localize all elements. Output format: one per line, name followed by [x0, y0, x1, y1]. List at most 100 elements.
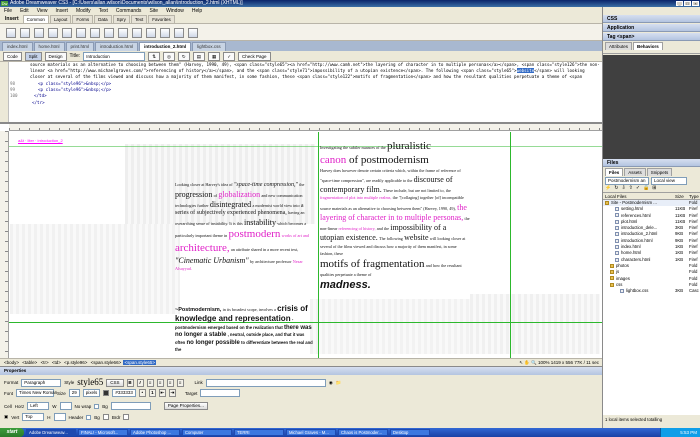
- menu-edit[interactable]: Edit: [20, 7, 29, 15]
- design-view[interactable]: a&t · liter · introduction_2 Investigati…: [0, 124, 602, 358]
- doc-tab-introduction-2[interactable]: introduction_2.html: [139, 42, 192, 51]
- ordered-list-icon[interactable]: 1: [148, 389, 156, 397]
- size-unit-select[interactable]: pixels: [82, 389, 101, 397]
- tag-crumb-selected[interactable]: <span.style65>: [123, 360, 156, 365]
- tag-inspector-header[interactable]: Tag <span>: [603, 33, 700, 41]
- unordered-list-icon[interactable]: •: [138, 389, 146, 397]
- doc-tab-lightbox-css[interactable]: lightbox.css: [192, 42, 226, 51]
- vert-select[interactable]: Top: [22, 413, 45, 421]
- insert-tab-layout[interactable]: Layout: [49, 15, 72, 23]
- menu-commands[interactable]: Commands: [116, 7, 142, 15]
- tag-crumb[interactable]: <tr>: [40, 360, 50, 365]
- taskbar-item[interactable]: Desktop: [390, 429, 430, 436]
- insert-tab-spry[interactable]: Spry: [112, 15, 130, 23]
- templates-icon[interactable]: [174, 28, 184, 38]
- zoom-tool-icon[interactable]: 🔍: [531, 360, 537, 365]
- tag-crumb[interactable]: <table>: [21, 360, 38, 365]
- taskbar-item[interactable]: Computer: [182, 429, 232, 436]
- point-to-file-icon[interactable]: ◉: [329, 380, 333, 386]
- select-tool-icon[interactable]: ↖: [519, 360, 523, 365]
- indent-icon[interactable]: ⇥: [168, 389, 176, 397]
- validate-icon[interactable]: ✓: [223, 51, 236, 61]
- comment-icon[interactable]: [132, 28, 142, 38]
- file-row[interactable]: lightbox.css 3KB Casc: [603, 288, 700, 294]
- code-view-button[interactable]: Code: [3, 51, 22, 61]
- merge-cells-icon[interactable]: ▣: [4, 414, 8, 420]
- taskbar-item[interactable]: Adobe Dreamweav...: [26, 429, 76, 436]
- header-checkbox[interactable]: [86, 414, 92, 420]
- doc-tab-print[interactable]: print.html: [65, 42, 95, 51]
- height-input[interactable]: [53, 413, 66, 421]
- right-text-column[interactable]: Investigating the subtler nuances of the…: [320, 140, 470, 293]
- tag-crumb[interactable]: <td>: [51, 360, 62, 365]
- maximize-icon[interactable]: □: [684, 1, 691, 6]
- application-panel-header[interactable]: Application: [603, 24, 700, 32]
- email-link-icon[interactable]: [20, 28, 30, 38]
- insert-tab-text[interactable]: Text: [130, 15, 148, 23]
- checkin-icon[interactable]: 🔒: [643, 185, 649, 191]
- tag-crumb[interactable]: <span.style66>: [90, 360, 123, 365]
- files-panel-header[interactable]: Files: [603, 159, 700, 167]
- site-select[interactable]: Postmodernism an: [605, 177, 649, 185]
- font-select[interactable]: Times New Roman: [16, 389, 57, 397]
- taskbar-item[interactable]: FINAL! - Microsoft...: [78, 429, 128, 436]
- text-color-input[interactable]: #333333: [112, 389, 136, 397]
- hand-tool-icon[interactable]: ✋: [524, 360, 530, 365]
- zoom-level[interactable]: 100%: [538, 360, 550, 365]
- italic-button[interactable]: I: [136, 378, 144, 387]
- width-input[interactable]: [59, 402, 72, 410]
- target-select[interactable]: [200, 389, 241, 397]
- taskbar-item[interactable]: Michael Graves - M...: [286, 429, 336, 436]
- horz-select[interactable]: Left: [27, 402, 50, 410]
- date-icon[interactable]: [104, 28, 114, 38]
- tag-chooser-icon[interactable]: [188, 28, 198, 38]
- expand-icon[interactable]: ⊞: [652, 185, 656, 191]
- view-select[interactable]: Local view: [651, 177, 687, 185]
- server-side-include-icon[interactable]: [118, 28, 128, 38]
- bg-color-swatch[interactable]: [102, 414, 109, 420]
- doc-tab-index[interactable]: index.html: [2, 42, 33, 51]
- taskbar-item[interactable]: Adobe Photoshop ...: [130, 429, 180, 436]
- refresh-icon[interactable]: ↻: [177, 51, 190, 61]
- menu-site[interactable]: Site: [149, 7, 158, 15]
- tag-crumb[interactable]: <body>: [3, 360, 20, 365]
- code-view[interactable]: 98 99 100 source materials as an alterna…: [0, 62, 602, 124]
- behaviors-list[interactable]: [603, 55, 700, 159]
- refresh-files-icon[interactable]: ↻: [614, 185, 618, 191]
- page-title-input[interactable]: Introduction: [83, 51, 146, 61]
- menu-window[interactable]: Window: [166, 7, 184, 15]
- insert-tab-data[interactable]: Data: [94, 15, 112, 23]
- css-button[interactable]: CSS: [106, 378, 124, 387]
- left-text-column[interactable]: Looking closer at Harvey's idea of "spac…: [175, 182, 315, 273]
- files-list[interactable]: Site - Postmodernism ... Fold setting.html…: [603, 199, 700, 415]
- browse-folder-icon[interactable]: 📁: [336, 380, 342, 386]
- table-icon[interactable]: [48, 28, 58, 38]
- outdent-icon[interactable]: ⇤: [158, 389, 166, 397]
- align-left-icon[interactable]: ≡: [146, 378, 154, 387]
- menu-help[interactable]: Help: [192, 7, 202, 15]
- menu-view[interactable]: View: [37, 7, 48, 15]
- link-input[interactable]: [205, 378, 326, 387]
- hyperlink-icon[interactable]: [6, 28, 16, 38]
- size-select[interactable]: 29: [68, 389, 80, 397]
- nowrap-checkbox[interactable]: [94, 403, 100, 409]
- named-anchor-icon[interactable]: [34, 28, 44, 38]
- put-files-icon[interactable]: ⇧: [629, 185, 633, 191]
- format-select[interactable]: Paragraph: [21, 378, 62, 387]
- justify-icon[interactable]: ≡: [176, 378, 184, 387]
- tab-snippets[interactable]: Snippets: [646, 168, 673, 176]
- properties-title[interactable]: Properties: [0, 367, 602, 375]
- menu-file[interactable]: File: [4, 7, 12, 15]
- menu-modify[interactable]: Modify: [76, 7, 91, 15]
- insert-tab-common[interactable]: Common: [22, 15, 49, 23]
- check-page-button[interactable]: Check Page: [238, 51, 271, 61]
- taskbar-item[interactable]: Chaos is Postmoder...: [338, 429, 388, 436]
- doc-tab-home[interactable]: home.html: [33, 42, 65, 51]
- bottom-text-column[interactable]: ~Postmodernism, in its broadest scope, i…: [175, 304, 315, 354]
- bold-button[interactable]: B: [126, 378, 134, 387]
- div-icon[interactable]: [62, 28, 72, 38]
- split-view-button[interactable]: Split: [24, 51, 42, 61]
- border-color-swatch[interactable]: [123, 414, 130, 420]
- style-select[interactable]: style65: [77, 378, 103, 387]
- close-icon[interactable]: ×: [692, 1, 699, 6]
